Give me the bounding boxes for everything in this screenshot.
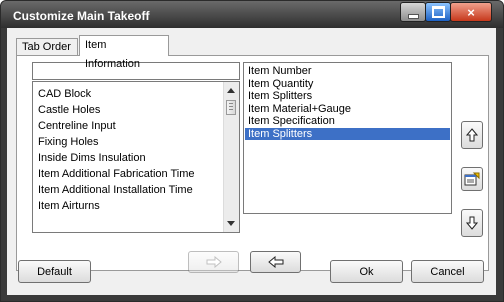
cancel-button[interactable]: Cancel — [411, 260, 484, 283]
minimize-icon — [407, 13, 419, 19]
title-bar[interactable]: Customize Main Takeoff × — [1, 1, 503, 28]
scroll-thumb[interactable] — [226, 100, 236, 115]
available-list-item[interactable]: Fixing Holes — [38, 134, 221, 150]
scrollbar[interactable] — [223, 82, 239, 232]
selected-list-item[interactable]: Item Number — [245, 65, 450, 78]
move-down-button[interactable] — [461, 209, 483, 237]
arrow-left-icon — [267, 256, 283, 268]
properties-button[interactable] — [461, 167, 483, 191]
available-list-item[interactable]: CAD Block — [38, 86, 221, 102]
available-items-list[interactable]: CAD Block Castle Holes Centreline Input Fix… — [32, 81, 240, 233]
arrow-down-icon — [466, 216, 478, 230]
minimize-button[interactable] — [400, 2, 426, 22]
add-item-button[interactable] — [188, 251, 239, 273]
move-up-button[interactable] — [461, 121, 483, 149]
available-list-item[interactable]: Item Airturns — [38, 198, 221, 214]
scroll-down-icon[interactable] — [227, 221, 235, 226]
selected-items-list[interactable]: Item Number Item Quantity Item Splitters It… — [243, 62, 452, 214]
close-icon: × — [467, 4, 475, 20]
selected-list-item[interactable]: Item Specification — [245, 115, 450, 128]
scroll-up-icon[interactable] — [227, 88, 235, 93]
tab-item-information[interactable]: Item Information — [79, 35, 169, 70]
dialog-body: Tab Order Item Information CAD Block Cast… — [7, 28, 496, 295]
available-list-item[interactable]: Item Additional Installation Time — [38, 182, 221, 198]
maximize-icon — [431, 6, 445, 18]
arrow-right-icon — [206, 256, 222, 268]
arrow-up-icon — [466, 128, 478, 142]
available-list-item[interactable]: Castle Holes — [38, 102, 221, 118]
properties-icon — [464, 172, 480, 186]
default-button[interactable]: Default — [18, 260, 91, 283]
window-title: Customize Main Takeoff — [13, 9, 150, 23]
close-button[interactable]: × — [450, 2, 492, 22]
available-list-item[interactable]: Inside Dims Insulation — [38, 150, 221, 166]
selected-list-item[interactable]: Item Splitters — [245, 127, 450, 140]
tab-tab-order[interactable]: Tab Order — [16, 38, 78, 55]
remove-item-button[interactable] — [250, 251, 301, 273]
selected-list-item[interactable]: Item Splitters — [245, 90, 450, 103]
available-list-item[interactable]: Item Additional Fabrication Time — [38, 166, 221, 182]
maximize-button[interactable] — [425, 2, 451, 22]
selected-list-item[interactable]: Item Material+Gauge — [245, 103, 450, 116]
available-items: CAD Block Castle Holes Centreline Input Fix… — [38, 86, 221, 214]
selected-list-item[interactable]: Item Quantity — [245, 78, 450, 91]
dialog-window: Customize Main Takeoff × Tab Order Item … — [0, 0, 504, 302]
ok-button[interactable]: Ok — [330, 260, 403, 283]
selected-items: Item Number Item Quantity Item Splitters It… — [245, 65, 450, 140]
available-list-item[interactable]: Centreline Input — [38, 118, 221, 134]
tab-panel: CAD Block Castle Holes Centreline Input Fix… — [16, 55, 489, 273]
